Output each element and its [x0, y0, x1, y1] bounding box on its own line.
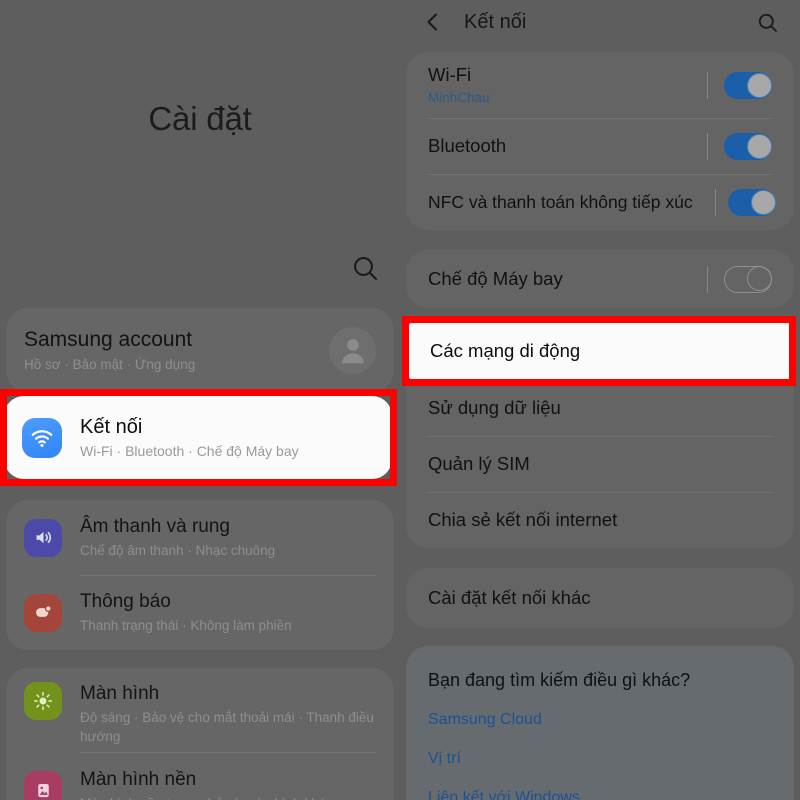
settings-right-pane: Kết nối Wi-Fi MinhChau Bluetooth NFC và … — [400, 0, 800, 800]
chevron-left-icon[interactable] — [422, 11, 444, 33]
divider — [707, 265, 708, 293]
setting-row-bluetooth[interactable]: Bluetooth — [406, 118, 794, 174]
help-link-samsung-cloud[interactable]: Samsung Cloud — [428, 709, 772, 731]
search-icon[interactable] — [756, 11, 780, 35]
airplane-mode-card: Chế độ Máy bay — [406, 250, 794, 308]
page-title: Cài đặt — [148, 100, 252, 137]
airplane-toggle[interactable] — [724, 265, 772, 293]
setting-row-sim-manager[interactable]: Quản lý SIM — [406, 436, 794, 492]
page-title: Kết nối — [464, 10, 527, 33]
sidebar-item-label: Kết nối — [80, 415, 143, 438]
divider — [707, 71, 708, 99]
setting-label: Sử dụng dữ liệu — [428, 397, 561, 418]
sidebar-item-man-hinh-nen[interactable]: Màn hình nền Màn hình nền trang chủ và m… — [6, 752, 394, 800]
bluetooth-text: Bluetooth — [428, 134, 707, 158]
setting-row-other-connection[interactable]: Cài đặt kết nối khác — [406, 568, 794, 628]
account-text: Samsung account Hồ sơ · Bảo mật · Ứng dụ… — [24, 327, 329, 374]
toggle-knob — [747, 265, 772, 291]
man-hinh-nen-text: Màn hình nền Màn hình nền trang chủ và m… — [80, 768, 376, 800]
am-thanh-text: Âm thanh và rung Chế độ âm thanh · Nhạc … — [80, 515, 376, 560]
setting-row-internet-sharing[interactable]: Chia sẻ kết nối internet — [406, 492, 794, 548]
looking-for-something-else-card: Bạn đang tìm kiếm điều gì khác? Samsung … — [406, 646, 794, 800]
thong-bao-text: Thông báo Thanh trạng thái · Không làm p… — [80, 590, 376, 635]
sidebar-item-man-hinh[interactable]: Màn hình Độ sáng · Bảo vệ cho mắt thoải … — [6, 668, 394, 752]
setting-label: Chế độ Máy bay — [428, 268, 563, 289]
toggle-knob — [747, 133, 772, 159]
toggle-knob — [747, 72, 772, 98]
settings-screen: Cài đặt Samsung account Hồ sơ · Bảo mật … — [0, 0, 800, 800]
person-avatar-icon[interactable] — [329, 326, 376, 374]
account-title: Samsung account — [24, 327, 193, 351]
settings-left-pane: Cài đặt Samsung account Hồ sơ · Bảo mật … — [0, 0, 400, 800]
wallpaper-image-icon — [24, 771, 62, 800]
setting-row-nfc[interactable]: NFC và thanh toán không tiếp xúc — [406, 174, 794, 230]
sidebar-item-sublabel: Màn hình nền trang chủ và màn hình khóa — [80, 794, 376, 800]
setting-label: Cài đặt kết nối khác — [428, 587, 591, 608]
setting-label: NFC và thanh toán không tiếp xúc — [428, 192, 693, 212]
sidebar-item-ket-noi[interactable]: Kết nối Wi-Fi · Bluetooth · Chế độ Máy b… — [4, 396, 392, 479]
sidebar-item-label: Màn hình — [80, 683, 160, 704]
nfc-toggle[interactable] — [728, 188, 776, 216]
setting-row-data-usage[interactable]: Sử dụng dữ liệu — [406, 380, 794, 436]
data-usage-text: Sử dụng dữ liệu — [428, 396, 772, 420]
setting-label: Wi-Fi — [428, 64, 472, 85]
setting-label: Bluetooth — [428, 135, 507, 156]
airplane-text: Chế độ Máy bay — [428, 267, 707, 291]
man-hinh-text: Màn hình Độ sáng · Bảo vệ cho mắt thoải … — [80, 682, 376, 746]
account-subtitle: Hồ sơ · Bảo mật · Ứng dụng — [24, 356, 196, 372]
sidebar-group-sound: Âm thanh và rung Chế độ âm thanh · Nhạc … — [6, 500, 394, 650]
other-connection-text: Cài đặt kết nối khác — [428, 586, 772, 610]
search-icon[interactable] — [350, 253, 382, 285]
sim-manager-text: Quản lý SIM — [428, 452, 772, 476]
sidebar-group-display: Màn hình Độ sáng · Bảo vệ cho mắt thoải … — [6, 668, 394, 800]
sidebar-item-sublabel: Wi-Fi · Bluetooth · Chế độ Máy bay — [80, 442, 299, 459]
sidebar-item-label: Thông báo — [80, 591, 171, 612]
bluetooth-toggle-wrap[interactable] — [707, 132, 772, 160]
airplane-toggle-wrap[interactable] — [707, 265, 772, 293]
setting-label: Chia sẻ kết nối internet — [428, 509, 618, 530]
speaker-volume-icon — [24, 518, 62, 557]
nfc-toggle-wrap[interactable] — [707, 188, 776, 216]
setting-row-airplane[interactable]: Chế độ Máy bay — [406, 250, 794, 308]
toggle-knob — [751, 189, 776, 215]
setting-label: Quản lý SIM — [428, 453, 530, 474]
bluetooth-toggle[interactable] — [724, 132, 772, 160]
sidebar-item-label: Âm thanh và rung — [80, 516, 230, 537]
divider — [707, 132, 708, 160]
notification-bubble-icon — [24, 593, 62, 632]
brightness-sun-icon — [24, 682, 62, 720]
sidebar-item-am-thanh[interactable]: Âm thanh và rung Chế độ âm thanh · Nhạc … — [6, 500, 394, 575]
samsung-account-row[interactable]: Samsung account Hồ sơ · Bảo mật · Ứng dụ… — [6, 308, 394, 392]
divider — [715, 188, 716, 216]
wifi-icon — [22, 417, 62, 458]
other-connection-settings-card: Cài đặt kết nối khác — [406, 568, 794, 628]
sidebar-item-label: Màn hình nền — [80, 768, 197, 790]
wifi-toggle[interactable] — [724, 71, 772, 99]
setting-row-mobile-networks[interactable]: Các mạng di động — [408, 322, 791, 380]
wifi-toggle-wrap[interactable] — [707, 71, 772, 99]
help-title: Bạn đang tìm kiếm điều gì khác? — [428, 670, 691, 690]
wifi-text: Wi-Fi MinhChau — [428, 63, 707, 107]
setting-label: Các mạng di động — [430, 340, 581, 361]
internet-sharing-text: Chia sẻ kết nối internet — [428, 508, 772, 532]
ket-noi-text: Kết nối Wi-Fi · Bluetooth · Chế độ Máy b… — [80, 415, 374, 461]
setting-row-wifi[interactable]: Wi-Fi MinhChau — [406, 52, 794, 118]
sidebar-item-sublabel: Thanh trạng thái · Không làm phiền — [80, 618, 292, 633]
connectivity-toggle-group: Wi-Fi MinhChau Bluetooth NFC và thanh to… — [406, 52, 794, 230]
right-header: Kết nối — [400, 0, 800, 44]
sidebar-item-thong-bao[interactable]: Thông báo Thanh trạng thái · Không làm p… — [6, 575, 394, 650]
help-link-link-to-windows[interactable]: Liên kết với Windows — [428, 787, 772, 800]
help-link-location[interactable]: Vị trí — [428, 748, 772, 770]
sidebar-item-sublabel: Chế độ âm thanh · Nhạc chuông — [80, 543, 276, 558]
setting-sublabel: MinhChau — [428, 90, 490, 105]
nfc-text: NFC và thanh toán không tiếp xúc — [428, 190, 707, 214]
sidebar-item-sublabel: Độ sáng · Bảo vệ cho mắt thoải mái · Tha… — [80, 710, 374, 744]
